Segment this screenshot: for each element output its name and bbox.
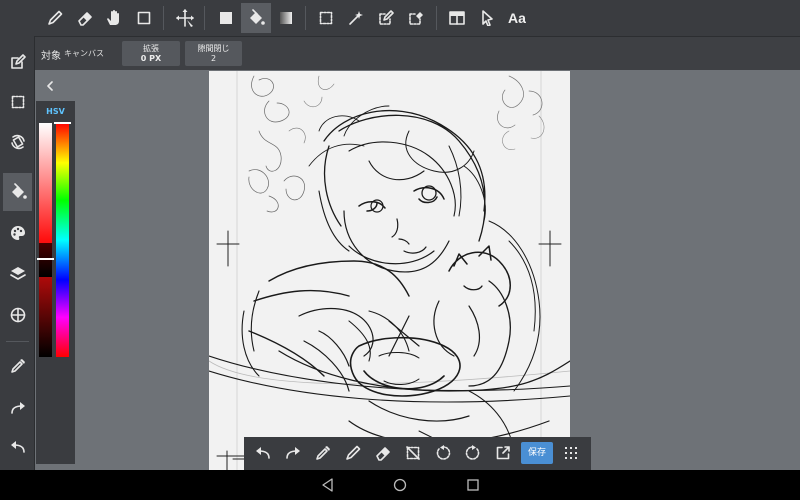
toolbar-divider [305,6,306,30]
bucket-icon[interactable] [241,3,271,33]
toolbar-divider [163,6,164,30]
recents-icon[interactable] [461,475,485,495]
material-icon[interactable] [3,296,32,334]
rotate-right-icon[interactable] [459,439,487,467]
left-sidebar [0,0,35,470]
palette-icon[interactable] [3,214,32,252]
selection-icon[interactable] [3,83,32,121]
layers-icon[interactable] [3,254,32,292]
undo-icon[interactable] [3,428,32,466]
hsv-mode-label[interactable]: HSV [36,107,75,116]
undo-icon[interactable] [249,439,277,467]
rectangle-icon[interactable] [129,3,159,33]
value-slider[interactable] [39,123,52,357]
edit-icon[interactable] [3,43,32,81]
text-tool-label: Aa [508,10,526,26]
magic-wand-icon[interactable] [341,3,371,33]
frame-divide-icon[interactable] [442,3,472,33]
eyedropper-icon[interactable] [3,347,32,385]
eyedropper-icon[interactable] [309,439,337,467]
pen-icon[interactable] [339,439,367,467]
options-bar: 対象 キャンバス 拡張 0 PX 隙間閉じ 2 [35,36,800,70]
redo-icon[interactable] [279,439,307,467]
back-icon[interactable] [316,475,340,495]
target-label: 対象 [41,51,61,62]
rotate-icon[interactable] [3,123,32,161]
value-slider-marker[interactable] [37,258,54,260]
home-icon[interactable] [388,475,412,495]
expand-label: 拡張 [143,44,159,53]
gap-close-value: 2 [210,54,217,63]
text-icon[interactable]: Aa [502,3,532,33]
eraser-icon[interactable] [369,439,397,467]
toolbar-divider [204,6,205,30]
bucket-icon[interactable] [3,173,32,211]
hue-slider-marker[interactable] [54,122,71,124]
deselect-icon[interactable] [399,439,427,467]
rotate-left-icon[interactable] [429,439,457,467]
redo-icon[interactable] [3,389,32,427]
fill-rectangle-icon[interactable] [211,3,241,33]
save-button[interactable]: 保存 [521,442,553,464]
operation-icon[interactable] [472,3,502,33]
select-eraser-icon[interactable] [401,3,431,33]
gradient-icon[interactable] [271,3,301,33]
select-rectangle-icon[interactable] [311,3,341,33]
drawing-canvas[interactable] [209,71,570,470]
select-pen-icon[interactable] [371,3,401,33]
system-navigation-bar [0,470,800,500]
hand-icon[interactable] [99,3,129,33]
export-icon[interactable] [489,439,517,467]
expand-button[interactable]: 拡張 0 PX [122,41,180,66]
toolbar-divider [436,6,437,30]
expand-value: 0 PX [140,54,162,63]
collapse-panel-icon[interactable] [40,77,60,95]
hue-slider[interactable] [56,123,69,357]
top-toolbar: Aa [0,0,800,36]
gap-close-label: 隙間閉じ [197,44,230,53]
pen-icon[interactable] [40,3,70,33]
sketch-artwork [209,71,570,470]
eraser-icon[interactable] [70,3,100,33]
bottom-toolbar: 保存 [244,437,591,470]
gap-close-button[interactable]: 隙間閉じ 2 [185,41,242,66]
move-icon[interactable] [170,3,200,33]
sidebar-divider [6,341,29,342]
target-value: キャンバス [64,49,104,58]
grid-menu-icon[interactable] [557,439,585,467]
value-slider-dark-segment [39,243,52,277]
color-panel: HSV [36,101,75,464]
